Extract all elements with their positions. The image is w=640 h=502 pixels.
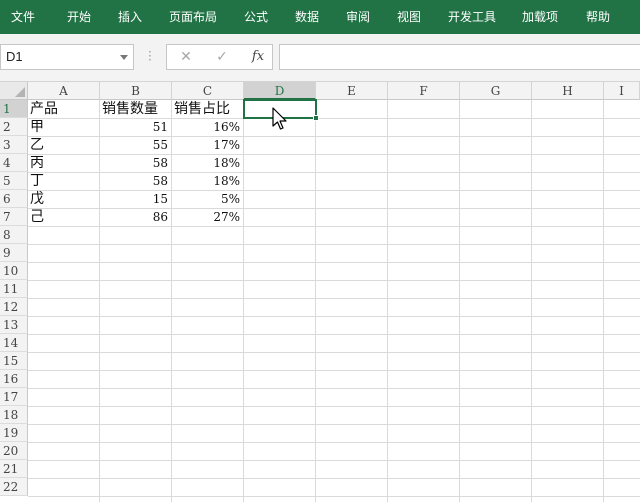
cell-b7[interactable]: 86 xyxy=(100,208,171,226)
cell-a7[interactable]: 己 xyxy=(28,208,99,226)
grid-line xyxy=(28,316,640,317)
name-box-value: D1 xyxy=(6,49,23,64)
column-header-h[interactable]: H xyxy=(532,82,604,100)
tab-home[interactable]: 开始 xyxy=(67,0,91,34)
mouse-pointer-icon xyxy=(272,107,287,130)
name-box[interactable]: D1 xyxy=(0,44,134,70)
ribbon-tab-bar: 文件 开始 插入 页面布局 公式 数据 审阅 视图 开发工具 加载项 帮助 xyxy=(0,0,640,34)
row-header-4[interactable]: 4 xyxy=(0,154,28,172)
tab-page-layout[interactable]: 页面布局 xyxy=(169,0,217,34)
grid-line xyxy=(28,442,640,443)
cell-c2[interactable]: 16% xyxy=(172,118,243,136)
column-header-g[interactable]: G xyxy=(460,82,532,100)
row-header-22[interactable]: 22 xyxy=(0,478,28,496)
grid-line xyxy=(28,226,640,227)
grid-line xyxy=(28,478,640,479)
grid-line xyxy=(28,334,640,335)
check-icon[interactable]: ✓ xyxy=(207,45,237,69)
cell-b4[interactable]: 58 xyxy=(100,154,171,172)
tab-formulas[interactable]: 公式 xyxy=(244,0,268,34)
row-header-13[interactable]: 13 xyxy=(0,316,28,334)
tab-developer[interactable]: 开发工具 xyxy=(448,0,496,34)
column-header-f[interactable]: F xyxy=(388,82,460,100)
column-header-b[interactable]: B xyxy=(100,82,172,100)
function-icon[interactable]: fx xyxy=(243,45,273,69)
grid-line xyxy=(28,244,640,245)
formula-buttons: ✕ ✓ fx xyxy=(166,44,273,70)
cell-c6[interactable]: 5% xyxy=(172,190,243,208)
cell-c5[interactable]: 18% xyxy=(172,172,243,190)
cell-a2[interactable]: 甲 xyxy=(28,118,99,136)
grid-line xyxy=(28,262,640,263)
tab-file[interactable]: 文件 xyxy=(11,0,35,34)
tab-insert[interactable]: 插入 xyxy=(118,0,142,34)
tab-review[interactable]: 审阅 xyxy=(346,0,370,34)
row-header-6[interactable]: 6 xyxy=(0,190,28,208)
formula-bar: D1 · · · ✕ ✓ fx xyxy=(0,34,640,82)
tab-view[interactable]: 视图 xyxy=(397,0,421,34)
row-header-2[interactable]: 2 xyxy=(0,118,28,136)
row-header-19[interactable]: 19 xyxy=(0,424,28,442)
cell-a1[interactable]: 产品 xyxy=(28,100,99,118)
column-header-e[interactable]: E xyxy=(316,82,388,100)
chevron-down-icon[interactable] xyxy=(120,55,128,60)
fill-handle[interactable] xyxy=(313,115,319,121)
grid-line xyxy=(28,280,640,281)
cell-b5[interactable]: 58 xyxy=(100,172,171,190)
cell-c7[interactable]: 27% xyxy=(172,208,243,226)
cell-c3[interactable]: 17% xyxy=(172,136,243,154)
tab-data[interactable]: 数据 xyxy=(295,0,319,34)
worksheet-grid[interactable]: A B C D E F G H I 1 2 3 4 5 6 7 8 9 10 1… xyxy=(0,82,640,502)
cell-b6[interactable]: 15 xyxy=(100,190,171,208)
row-header-14[interactable]: 14 xyxy=(0,334,28,352)
close-icon[interactable]: ✕ xyxy=(171,45,201,69)
column-header-d[interactable]: D xyxy=(244,82,316,100)
grid-line xyxy=(28,496,640,497)
row-header-17[interactable]: 17 xyxy=(0,388,28,406)
cell-c4[interactable]: 18% xyxy=(172,154,243,172)
cell-a5[interactable]: 丁 xyxy=(28,172,99,190)
cell-b3[interactable]: 55 xyxy=(100,136,171,154)
select-all-icon xyxy=(15,87,25,97)
cell-a6[interactable]: 戊 xyxy=(28,190,99,208)
grid-line xyxy=(28,298,640,299)
grid-line xyxy=(28,352,640,353)
row-header-15[interactable]: 15 xyxy=(0,352,28,370)
row-header-11[interactable]: 11 xyxy=(0,280,28,298)
row-header-7[interactable]: 7 xyxy=(0,208,28,226)
row-header-16[interactable]: 16 xyxy=(0,370,28,388)
column-header-i[interactable]: I xyxy=(604,82,640,100)
tab-help[interactable]: 帮助 xyxy=(586,0,610,34)
tab-add-ins[interactable]: 加载项 xyxy=(522,0,558,34)
row-header-5[interactable]: 5 xyxy=(0,172,28,190)
row-header-18[interactable]: 18 xyxy=(0,406,28,424)
row-header-20[interactable]: 20 xyxy=(0,442,28,460)
row-header-8[interactable]: 8 xyxy=(0,226,28,244)
formula-input[interactable] xyxy=(279,44,640,70)
drag-handle-icon[interactable]: · · · xyxy=(148,46,152,66)
select-all-button[interactable] xyxy=(0,82,28,100)
grid-line xyxy=(28,460,640,461)
grid-line xyxy=(28,424,640,425)
cell-a4[interactable]: 丙 xyxy=(28,154,99,172)
row-header-10[interactable]: 10 xyxy=(0,262,28,280)
row-header-21[interactable]: 21 xyxy=(0,460,28,478)
cell-b1[interactable]: 销售数量 xyxy=(100,100,171,118)
grid-line xyxy=(28,388,640,389)
cell-a3[interactable]: 乙 xyxy=(28,136,99,154)
row-header-1[interactable]: 1 xyxy=(0,100,28,118)
column-header-a[interactable]: A xyxy=(28,82,100,100)
column-header-c[interactable]: C xyxy=(172,82,244,100)
grid-line xyxy=(28,406,640,407)
cell-c1[interactable]: 销售占比 xyxy=(172,100,243,118)
grid-line xyxy=(28,370,640,371)
row-header-3[interactable]: 3 xyxy=(0,136,28,154)
row-header-12[interactable]: 12 xyxy=(0,298,28,316)
row-header-9[interactable]: 9 xyxy=(0,244,28,262)
cell-b2[interactable]: 51 xyxy=(100,118,171,136)
